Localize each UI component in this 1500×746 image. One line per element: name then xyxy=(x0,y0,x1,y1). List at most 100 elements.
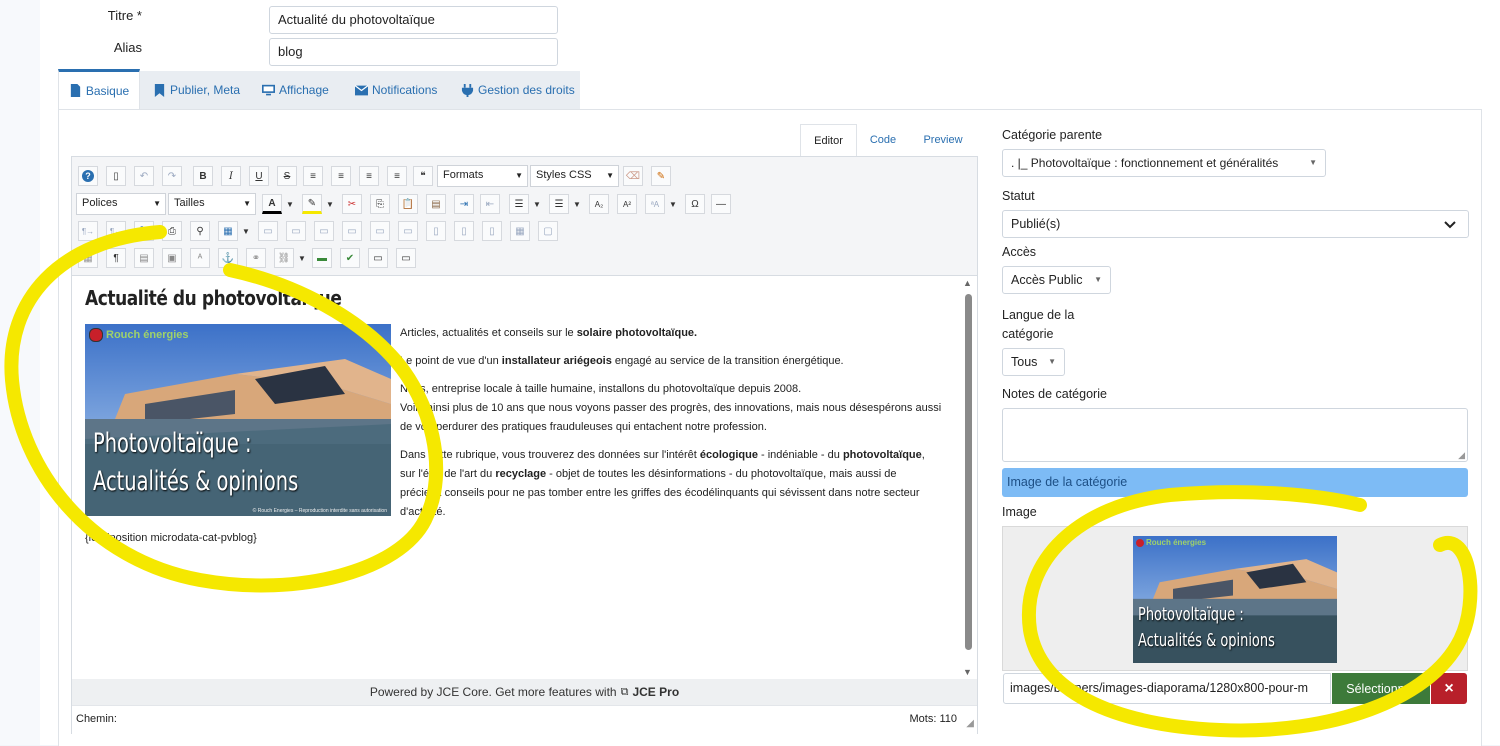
resize-handle-icon[interactable]: ◢ xyxy=(966,718,974,729)
redo-icon[interactable]: ↷ xyxy=(162,166,182,186)
font-case-icon[interactable]: ªA xyxy=(645,194,665,214)
select-image-button[interactable]: Sélectionner xyxy=(1332,673,1430,704)
horizontal-rule-icon[interactable]: — xyxy=(711,194,731,214)
title-input[interactable]: Actualité du photovoltaïque xyxy=(269,6,558,34)
styles-select[interactable]: Styles CSS ▼ xyxy=(530,165,619,187)
parent-category-label: Catégorie parente xyxy=(1002,128,1103,142)
bold-icon[interactable]: B xyxy=(193,166,213,186)
highlight-dropdown-icon[interactable]: ▼ xyxy=(324,194,336,214)
alias-input[interactable]: blog xyxy=(269,38,558,66)
status-select[interactable]: Publié(s) xyxy=(1002,210,1469,238)
fullscreen-icon[interactable]: ⛶ xyxy=(134,221,154,241)
anchor-icon[interactable]: ⚓ xyxy=(218,248,238,268)
editor-content[interactable]: Actualité du photovoltaïque Rouch énergi… xyxy=(72,276,977,679)
parent-category-select[interactable]: . |_ Photovoltaïque : fonctionnement et … xyxy=(1002,149,1326,177)
align-right-icon[interactable]: ≡ xyxy=(387,166,407,186)
undo-icon[interactable]: ↶ xyxy=(134,166,154,186)
table-col-after-icon[interactable]: ▯ xyxy=(454,221,474,241)
editor-tab-editor[interactable]: Editor xyxy=(800,124,857,158)
ltr-icon[interactable]: ¶→ xyxy=(78,221,98,241)
style-props-icon[interactable]: ᴬ xyxy=(190,248,210,268)
content-image[interactable]: Rouch énergies Photovoltaïque : Actualit… xyxy=(85,324,391,516)
image-icon[interactable]: ▬ xyxy=(312,248,332,268)
table-split-icon[interactable]: ▦ xyxy=(510,221,530,241)
special-char-icon[interactable]: Ω xyxy=(685,194,705,214)
new-document-icon[interactable]: ▯ xyxy=(106,166,126,186)
unlink-icon[interactable]: ⛓ xyxy=(274,248,294,268)
help-icon[interactable]: ? xyxy=(78,166,98,186)
sizes-select[interactable]: Tailles ▼ xyxy=(168,193,256,215)
indent-icon[interactable]: ⇥ xyxy=(454,194,474,214)
scroll-down-icon[interactable]: ▼ xyxy=(963,667,972,677)
media-icon[interactable]: ▭ xyxy=(368,248,388,268)
fonts-select[interactable]: Polices ▼ xyxy=(76,193,166,215)
cut-icon[interactable]: ✂ xyxy=(342,194,362,214)
highlight-color-icon[interactable]: ✎ xyxy=(302,194,322,214)
search-icon[interactable]: ⚲ xyxy=(190,221,210,241)
scroll-up-icon[interactable]: ▲ xyxy=(963,278,972,288)
table-dropdown-icon[interactable]: ▼ xyxy=(240,221,252,241)
tab-basique[interactable]: Basique xyxy=(58,69,140,109)
scroll-thumb[interactable] xyxy=(965,294,972,650)
align-justify-icon[interactable]: ≡ xyxy=(303,166,323,186)
powered-by-bar: Powered by JCE Core. Get more features w… xyxy=(72,679,977,705)
layer-icon[interactable]: ▣ xyxy=(162,248,182,268)
table-merge-icon[interactable]: ▭ xyxy=(314,221,334,241)
resize-handle-icon[interactable]: ◢ xyxy=(1458,450,1465,461)
paste-icon[interactable]: 📋 xyxy=(398,194,418,214)
numbered-list-dropdown-icon[interactable]: ▼ xyxy=(531,194,543,214)
underline-icon[interactable]: U xyxy=(249,166,269,186)
editor-tab-preview[interactable]: Preview xyxy=(915,124,971,156)
bullet-list-dropdown-icon[interactable]: ▼ xyxy=(571,194,583,214)
eraser-icon[interactable]: ⌫ xyxy=(623,166,643,186)
table-merge-cells-icon[interactable]: ▢ xyxy=(538,221,558,241)
table-row-props-icon[interactable]: ▭ xyxy=(258,221,278,241)
table-icon[interactable]: ▦ xyxy=(218,221,238,241)
table-row-after-icon[interactable]: ▭ xyxy=(370,221,390,241)
jce-pro-link[interactable]: JCE Pro xyxy=(632,685,679,699)
tab-notifications[interactable]: Notifications xyxy=(355,71,437,109)
table-row-before-icon[interactable]: ▭ xyxy=(342,221,362,241)
subscript-icon[interactable]: A₂ xyxy=(589,194,609,214)
superscript-icon[interactable]: A² xyxy=(617,194,637,214)
numbered-list-icon[interactable]: ☰ xyxy=(509,194,529,214)
blockquote-icon[interactable]: ❝ xyxy=(413,166,433,186)
visual-aid-icon[interactable]: ▦ xyxy=(78,248,98,268)
cleanup-brush-icon[interactable]: ✎ xyxy=(651,166,671,186)
formats-select[interactable]: Formats ▼ xyxy=(437,165,528,187)
editor-tab-code[interactable]: Code xyxy=(860,124,906,156)
article-break-icon[interactable]: ▭ xyxy=(396,248,416,268)
align-center-icon[interactable]: ≡ xyxy=(331,166,351,186)
tab-publier-meta[interactable]: Publier, Meta xyxy=(153,71,240,109)
outdent-icon[interactable]: ⇤ xyxy=(480,194,500,214)
tab-gestion-droits[interactable]: Gestion des droits xyxy=(461,71,575,109)
copy-icon[interactable]: ⎘ xyxy=(370,194,390,214)
strikethrough-icon[interactable]: S xyxy=(277,166,297,186)
rtl-icon[interactable]: ¶← xyxy=(106,221,126,241)
show-blocks-icon[interactable]: ¶ xyxy=(106,248,126,268)
align-left-icon[interactable]: ≡ xyxy=(359,166,379,186)
paste-text-icon[interactable]: ▤ xyxy=(426,194,446,214)
table-delete-col-icon[interactable]: ▯ xyxy=(482,221,502,241)
notes-textarea[interactable]: ◢ xyxy=(1002,408,1468,462)
text-color-icon[interactable]: A xyxy=(262,194,282,214)
font-case-dropdown-icon[interactable]: ▼ xyxy=(667,194,679,214)
tab-affichage[interactable]: Affichage xyxy=(262,71,329,109)
access-select[interactable]: Accès Public ▼ xyxy=(1002,266,1111,294)
language-select[interactable]: Tous ▼ xyxy=(1002,348,1065,376)
text-color-dropdown-icon[interactable]: ▼ xyxy=(284,194,296,214)
image-preview[interactable]: Image de la catégorieRouch énergies Phot… xyxy=(1133,536,1337,663)
table-cell-props-icon[interactable]: ▭ xyxy=(286,221,306,241)
editor-scrollbar[interactable]: ▲ ▼ xyxy=(962,276,974,679)
image-path-input[interactable]: images/banners/images-diaporama/1280x800… xyxy=(1003,673,1331,704)
bullet-list-icon[interactable]: ☰ xyxy=(549,194,569,214)
table-col-before-icon[interactable]: ▯ xyxy=(426,221,446,241)
clear-image-button[interactable]: × xyxy=(1431,673,1467,704)
italic-icon[interactable]: I xyxy=(221,166,241,186)
table-delete-row-icon[interactable]: ▭ xyxy=(398,221,418,241)
spellcheck-icon[interactable]: ✔ xyxy=(340,248,360,268)
print-icon[interactable]: ⎙ xyxy=(162,221,182,241)
link-icon[interactable]: ⚭ xyxy=(246,248,266,268)
template-icon[interactable]: ▤ xyxy=(134,248,154,268)
link-dropdown-icon[interactable]: ▼ xyxy=(296,248,308,268)
